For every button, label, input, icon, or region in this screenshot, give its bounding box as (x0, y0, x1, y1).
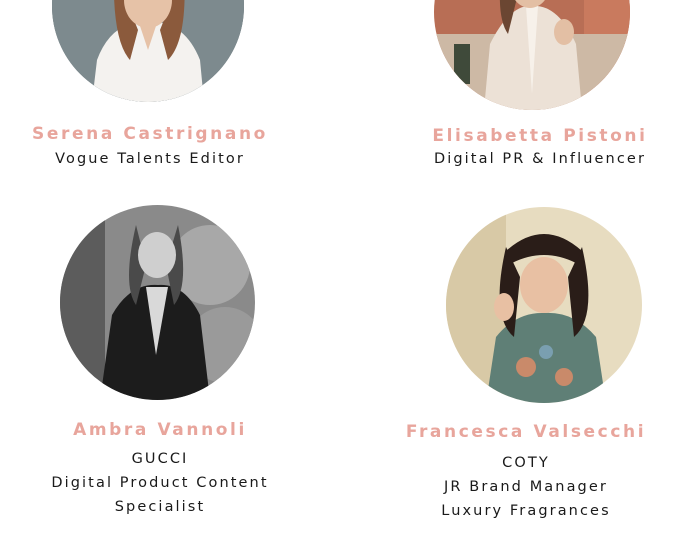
profile-photo-francesca (446, 207, 642, 403)
profile-title-line-2: JR Brand Manager (444, 479, 608, 495)
profile-title-line-3: Luxury Fragrances (441, 503, 611, 519)
profile-title-line-2: Digital Product Content (51, 475, 269, 491)
profile-card-ambra: Ambra Vannoli GUCCI Digital Product Cont… (10, 200, 310, 530)
profile-title-line-1: GUCCI (131, 451, 189, 467)
profile-photo-serena (52, 0, 244, 102)
speakers-page: Serena Castrignano Vogue Talents Editor … (0, 0, 700, 550)
profile-title-line-1: Vogue Talents Editor (55, 151, 245, 167)
portrait-photo-icon (434, 0, 630, 110)
profile-name: Elisabetta Pistoni (432, 126, 648, 146)
portrait-photo-icon (52, 0, 244, 102)
profile-card-serena: Serena Castrignano Vogue Talents Editor (0, 0, 300, 200)
portrait-photo-icon (446, 207, 642, 403)
profile-name: Serena Castrignano (32, 124, 268, 144)
profile-photo-elisabetta (434, 0, 630, 110)
profile-name: Ambra Vannoli (73, 420, 247, 440)
profile-photo-ambra (60, 205, 255, 400)
profile-card-elisabetta: Elisabetta Pistoni Digital PR & Influenc… (390, 0, 690, 200)
profile-name: Francesca Valsecchi (405, 422, 647, 442)
profile-title-line-1: Digital PR & Influencer (433, 151, 647, 167)
portrait-photo-icon (60, 205, 255, 400)
profile-card-francesca: Francesca Valsecchi COTY JR Brand Manage… (376, 200, 676, 530)
profile-title-line-1: COTY (502, 455, 550, 471)
profile-title-line-3: Specialist (114, 499, 206, 515)
